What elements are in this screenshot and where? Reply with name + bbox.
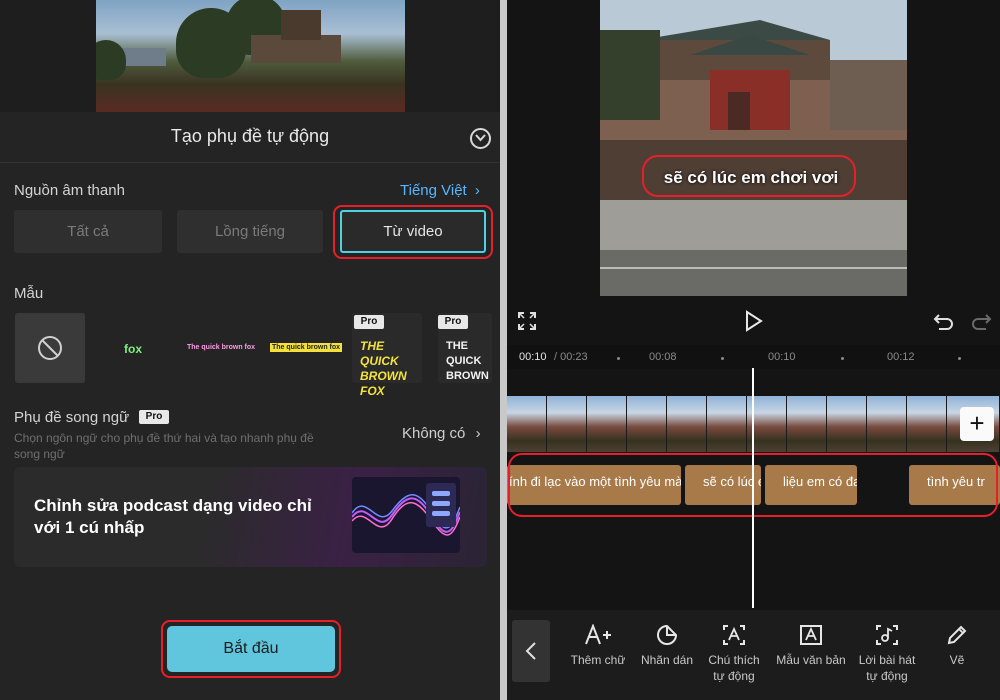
language-value: Tiếng Việt xyxy=(400,182,467,199)
template-preview-text: The quick brown fox xyxy=(187,344,256,351)
playhead[interactable] xyxy=(752,368,754,608)
template-pink-outline[interactable]: The quick brown fox xyxy=(182,313,256,383)
bilingual-description: Chọn ngôn ngữ cho phụ đề thứ hai và tạo … xyxy=(14,431,314,461)
draw-icon xyxy=(947,625,967,645)
template-fox-green[interactable]: fox xyxy=(98,313,168,383)
template-preview-text: THE QUICK BROWN FOX xyxy=(446,340,489,382)
tick-dot xyxy=(958,357,961,360)
chevron-right-icon: › xyxy=(474,182,480,199)
video-frame xyxy=(907,396,947,452)
pro-badge: Pro xyxy=(438,315,468,329)
tool-sticker[interactable]: Nhãn dán xyxy=(634,624,700,668)
video-preview-thumbnail xyxy=(96,0,405,112)
tick-dot xyxy=(721,357,724,360)
play-icon[interactable] xyxy=(744,308,764,334)
audio-source-label: Nguồn âm thanh xyxy=(14,182,125,199)
tool-text-template[interactable]: Mẫu văn bản xyxy=(775,624,847,668)
current-time: 00:10 xyxy=(519,351,547,363)
sheet-title: Tạo phụ đề tự động xyxy=(170,126,330,146)
video-frame xyxy=(827,396,867,452)
video-frame xyxy=(707,396,747,452)
waveform-illustration xyxy=(352,477,460,553)
template-quick-brown-yellow[interactable]: Pro THE QUICK BROWN FOX xyxy=(352,313,422,398)
tool-label: Mẫu văn bản xyxy=(776,653,846,667)
tool-auto-caption[interactable]: Chú thích tự động xyxy=(701,624,767,684)
tool-label: Thêm chữ xyxy=(570,653,626,667)
pro-badge: Pro xyxy=(354,315,384,329)
tool-label: Lời bài hát tự động xyxy=(858,653,916,683)
collapse-chevron-icon[interactable] xyxy=(470,128,491,149)
tool-label: Vẽ xyxy=(949,653,965,667)
chevron-right-icon: › xyxy=(475,425,481,442)
tool-auto-lyrics[interactable]: Lời bài hát tự động xyxy=(853,624,921,684)
audio-option-all[interactable]: Tất cả xyxy=(14,210,162,253)
tool-draw[interactable]: Vẽ xyxy=(927,624,987,668)
back-button[interactable] xyxy=(512,620,550,682)
audio-option-voiceover[interactable]: Lồng tiếng xyxy=(177,210,323,253)
banner-text: Chỉnh sửa podcast dạng video chỉ với 1 c… xyxy=(34,496,312,537)
bilingual-selector[interactable]: Không có › xyxy=(402,425,481,442)
redo-icon[interactable] xyxy=(970,308,992,334)
tick-dot xyxy=(617,357,620,360)
tool-label: Nhãn dán xyxy=(640,653,694,667)
auto-caption-sheet: Tạo phụ đề tự động Nguồn âm thanh Tiếng … xyxy=(0,112,500,700)
video-frame xyxy=(787,396,827,452)
video-frame xyxy=(667,396,707,452)
fullscreen-icon[interactable] xyxy=(517,308,537,334)
video-frame xyxy=(547,396,587,452)
text-template-icon xyxy=(800,625,822,645)
language-selector[interactable]: Tiếng Việt › xyxy=(400,182,480,199)
tick-dot xyxy=(841,357,844,360)
bottom-toolbar: Thêm chữ Nhãn dán Chú thích tự động Mẫu … xyxy=(507,610,1000,700)
templates-label: Mẫu xyxy=(14,285,44,302)
tick-label: 00:10 xyxy=(768,351,796,363)
sticker-icon xyxy=(657,624,678,645)
total-time: / 00:23 xyxy=(554,351,588,363)
left-panel: Tạo phụ đề tự động Nguồn âm thanh Tiếng … xyxy=(0,0,500,700)
no-template-icon xyxy=(38,336,62,360)
template-none[interactable] xyxy=(15,313,85,383)
video-preview: sẽ có lúc em chơi vơi xyxy=(600,0,907,296)
template-preview-text: fox xyxy=(124,342,142,356)
podcast-promo-banner[interactable]: Chỉnh sửa podcast dạng video chỉ với 1 c… xyxy=(14,467,487,567)
undo-icon[interactable] xyxy=(933,308,955,334)
tool-add-text[interactable]: Thêm chữ xyxy=(565,624,631,668)
tick-label: 00:08 xyxy=(649,351,677,363)
pro-badge: Pro xyxy=(139,410,169,424)
auto-caption-icon xyxy=(723,625,745,645)
bilingual-label: Phụ đề song ngữ xyxy=(14,409,130,426)
highlight-ring-caption xyxy=(642,155,856,197)
bilingual-value: Không có xyxy=(402,425,466,442)
highlight-ring-start xyxy=(161,620,341,678)
video-frame xyxy=(867,396,907,452)
highlight-ring-from-video xyxy=(333,205,493,259)
video-frame xyxy=(587,396,627,452)
chevron-left-icon xyxy=(525,642,536,660)
auto-lyrics-icon xyxy=(876,625,898,645)
time-ruler: 00:10 / 00:23 00:08 00:10 00:12 xyxy=(507,345,1000,369)
divider xyxy=(0,162,500,163)
template-quick-brown-white[interactable]: Pro THE QUICK BROWN FOX xyxy=(438,313,492,383)
add-text-icon xyxy=(585,624,611,645)
right-panel: sẽ có lúc em chơi vơi 00:10 / 00:23 00:0… xyxy=(507,0,1000,700)
tick-label: 00:12 xyxy=(887,351,915,363)
video-frame xyxy=(507,396,547,452)
video-frame xyxy=(627,396,667,452)
template-yellow-box[interactable]: The quick brown fox xyxy=(268,313,343,383)
template-preview-text: The quick brown fox xyxy=(270,343,343,352)
add-clip-button[interactable]: + xyxy=(960,407,994,441)
template-preview-text: THE QUICK BROWN FOX xyxy=(360,339,407,398)
tool-label: Chú thích tự động xyxy=(708,653,760,683)
